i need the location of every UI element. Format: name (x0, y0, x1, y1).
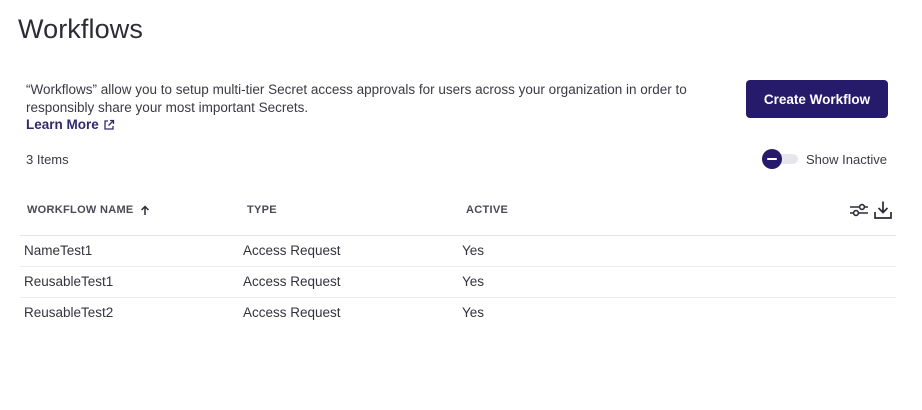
column-settings-button[interactable] (848, 199, 870, 221)
items-count: 3 Items (26, 152, 69, 167)
toggle-knob-minus-icon (762, 149, 782, 169)
show-inactive-toggle-group: Show Inactive (762, 149, 887, 169)
download-button[interactable] (872, 199, 894, 221)
active-cell: Yes (462, 305, 485, 320)
arrow-up-icon (140, 204, 149, 215)
table-row[interactable]: ReusableTest2 Access Request Yes (20, 298, 896, 328)
create-workflow-button[interactable]: Create Workflow (746, 80, 888, 118)
column-header-type[interactable]: TYPE (247, 204, 277, 216)
external-link-icon (104, 119, 114, 130)
workflows-page: Workflows “Workflows” allow you to setup… (0, 0, 922, 410)
learn-more-link[interactable]: Learn More (26, 117, 115, 132)
table-row[interactable]: ReusableTest1 Access Request Yes (20, 267, 896, 298)
type-cell: Access Request (243, 243, 341, 258)
active-cell: Yes (462, 243, 485, 258)
download-icon (874, 201, 892, 219)
type-cell: Access Request (243, 274, 341, 289)
column-header-workflow-name[interactable]: WORKFLOW NAME (27, 204, 150, 216)
active-cell: Yes (462, 274, 485, 289)
learn-more-label: Learn More (26, 117, 99, 132)
show-inactive-label: Show Inactive (806, 151, 887, 167)
workflow-name-cell[interactable]: ReusableTest1 (24, 274, 113, 289)
table-row[interactable]: NameTest1 Access Request Yes (20, 236, 896, 267)
type-cell: Access Request (243, 305, 341, 320)
workflow-name-cell[interactable]: NameTest1 (24, 243, 92, 258)
workflows-description: “Workflows” allow you to setup multi-tie… (26, 82, 687, 115)
column-settings-icon (850, 203, 868, 217)
workflow-name-cell[interactable]: ReusableTest2 (24, 305, 113, 320)
page-title: Workflows (18, 14, 143, 44)
show-inactive-toggle[interactable] (762, 149, 798, 169)
table-header: WORKFLOW NAME TYPE ACTIVE (20, 195, 896, 236)
column-header-active[interactable]: ACTIVE (466, 204, 508, 216)
table-tools (848, 199, 894, 221)
workflows-table-body: NameTest1 Access Request Yes ReusableTes… (20, 236, 896, 328)
